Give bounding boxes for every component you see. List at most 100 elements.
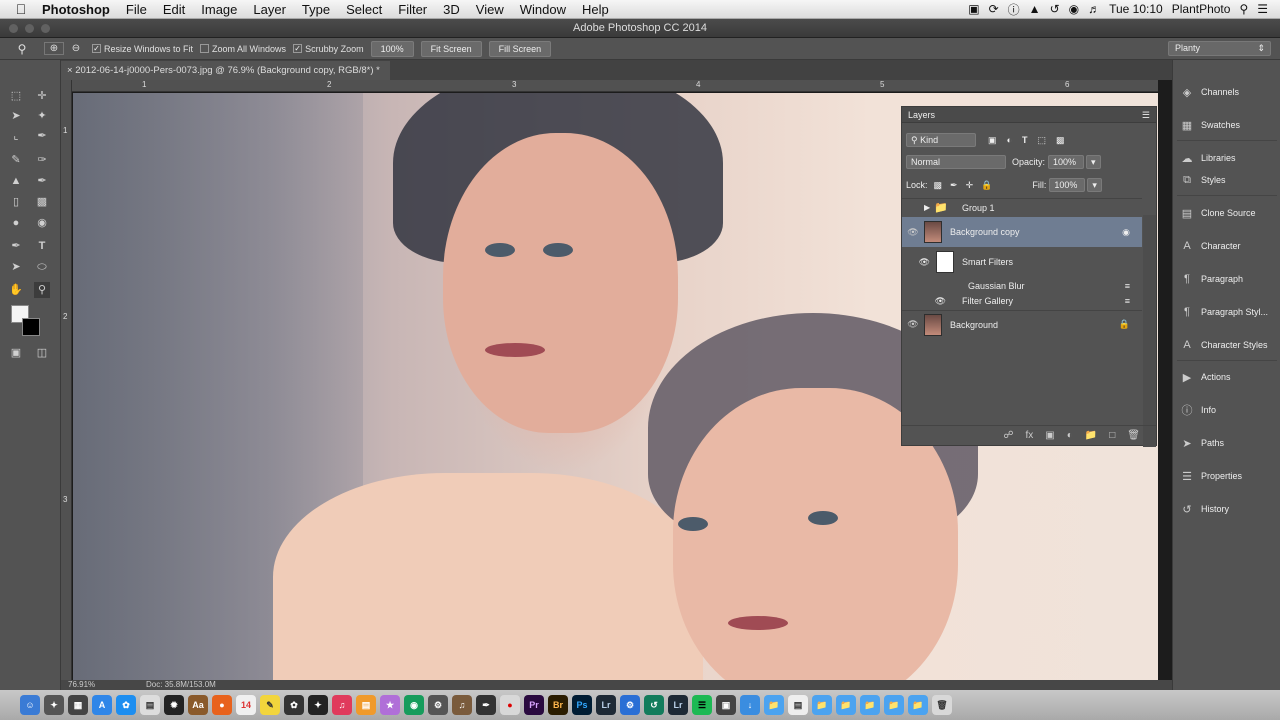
garageband-dock-icon[interactable]: ♫: [452, 695, 472, 715]
dock-clone-source[interactable]: ▤ Clone Source: [1173, 203, 1280, 223]
visibility-eye-icon[interactable]: 👁: [902, 257, 936, 268]
new-layer-icon[interactable]: □: [1109, 430, 1115, 441]
layer-row-background-copy[interactable]: 👁 Background copy ◉: [902, 217, 1142, 247]
zoom-in-icon[interactable]: ⊕: [44, 42, 64, 55]
imovie-dock-icon[interactable]: ★: [380, 695, 400, 715]
dock-character[interactable]: A Character: [1173, 236, 1280, 256]
bluetooth-status-icon[interactable]: ▲: [1029, 2, 1041, 16]
dock-channels[interactable]: ◈ Channels: [1173, 82, 1280, 102]
dictionary-dock-icon[interactable]: Aa: [188, 695, 208, 715]
notes-dock-icon[interactable]: ✎: [260, 695, 280, 715]
volume-status-icon[interactable]: ♬: [1088, 2, 1100, 16]
zoom-window-icon[interactable]: [41, 24, 50, 33]
workspace-select[interactable]: Planty ⇕: [1168, 41, 1271, 56]
app-store-dock-icon[interactable]: A: [92, 695, 112, 715]
spotlight-search-icon[interactable]: ⚲: [1239, 2, 1248, 16]
type-tool-icon[interactable]: T: [34, 238, 50, 254]
menu-filter[interactable]: Filter: [390, 2, 435, 17]
trash-dock-icon[interactable]: 🗑: [932, 695, 952, 715]
facetime-dock-icon[interactable]: ◉: [404, 695, 424, 715]
healing-brush-tool-icon[interactable]: ✎: [8, 152, 24, 168]
migration-dock-icon[interactable]: ⚙: [620, 695, 640, 715]
dock-libraries[interactable]: ☁ Libraries: [1173, 148, 1280, 168]
time-machine-dock-icon[interactable]: ↺: [644, 695, 664, 715]
minimize-window-icon[interactable]: [25, 24, 34, 33]
add-mask-icon[interactable]: ▣: [1045, 430, 1054, 441]
zoom-out-icon[interactable]: ⊖: [66, 43, 86, 54]
folder-dock-icon[interactable]: 📁: [908, 695, 928, 715]
lock-transparency-icon[interactable]: ▩: [934, 180, 943, 191]
menu-user[interactable]: PlantPhoto: [1172, 2, 1231, 16]
apple-menu-icon[interactable]: : [0, 1, 42, 17]
zoom-tool-active-icon[interactable]: ⚲: [34, 282, 50, 298]
zoom-status[interactable]: 76.91%: [68, 680, 95, 689]
resize-windows-checkbox[interactable]: ✓ Resize Windows to Fit: [92, 44, 193, 54]
visibility-eye-icon[interactable]: 👁: [902, 227, 924, 238]
xcode-dock-icon[interactable]: ✒: [476, 695, 496, 715]
filter-shape-icon[interactable]: ⬚: [1037, 135, 1046, 146]
folder-dock-icon[interactable]: 📁: [836, 695, 856, 715]
menu-edit[interactable]: Edit: [155, 2, 193, 17]
dock-styles[interactable]: ⧉ Styles: [1173, 170, 1280, 190]
folder-dock-icon[interactable]: 📁: [860, 695, 880, 715]
zoom-100-button[interactable]: 100%: [370, 40, 414, 57]
new-group-icon[interactable]: 📁: [1085, 430, 1097, 441]
launchpad-dock-icon[interactable]: ✦: [44, 695, 64, 715]
delete-layer-icon[interactable]: 🗑: [1127, 430, 1140, 441]
eraser-tool-icon[interactable]: ▯: [8, 194, 24, 210]
layer-row-background[interactable]: 👁 Background 🔒: [902, 310, 1142, 338]
quick-select-tool-icon[interactable]: ✦: [34, 108, 50, 124]
screen-recorder-dock-icon[interactable]: ▣: [716, 695, 736, 715]
dock-history[interactable]: ↺ History: [1173, 499, 1280, 519]
eyedropper-tool-icon[interactable]: ✒: [34, 128, 50, 144]
document-tab[interactable]: × 2012-06-14-j0000-Pers-0073.jpg @ 76.9%…: [61, 61, 390, 80]
fill-screen-button[interactable]: Fill Screen: [488, 40, 552, 57]
sync-status-icon[interactable]: ⟳: [989, 2, 999, 16]
downloads-folder-dock-icon[interactable]: ↓: [740, 695, 760, 715]
filter-type-icon[interactable]: T: [1022, 135, 1028, 145]
finder-dock-icon[interactable]: ☺: [20, 695, 40, 715]
menu-image[interactable]: Image: [193, 2, 245, 17]
lock-all-icon[interactable]: 🔒: [981, 180, 992, 191]
zoom-tool-icon[interactable]: ⚲: [0, 42, 44, 56]
scrubby-zoom-checkbox[interactable]: ✓ Scrubby Zoom: [293, 44, 364, 54]
spotify-dock-icon[interactable]: ☰: [692, 695, 712, 715]
vertical-ruler[interactable]: 1 2 3: [61, 80, 72, 680]
menu-window[interactable]: Window: [512, 2, 574, 17]
close-tab-icon[interactable]: ×: [67, 65, 73, 76]
lock-pixels-icon[interactable]: ✒: [950, 180, 958, 191]
dock-paths[interactable]: ➤ Paths: [1173, 433, 1280, 453]
bridge-dock-icon[interactable]: Br: [548, 695, 568, 715]
smart-filters-row[interactable]: 👁 Smart Filters: [902, 249, 1142, 275]
smart-filter-mask-thumbnail[interactable]: [936, 251, 954, 273]
menu-type[interactable]: Type: [294, 2, 338, 17]
dodge-tool-icon[interactable]: ◉: [34, 215, 50, 231]
itunes-dock-icon[interactable]: ♫: [332, 695, 352, 715]
menu-view[interactable]: View: [468, 2, 512, 17]
blur-tool-icon[interactable]: ●: [8, 215, 24, 231]
layers-scrollbar[interactable]: [1143, 215, 1156, 447]
calendar-dock-icon[interactable]: 14: [236, 695, 256, 715]
menu-file[interactable]: File: [118, 2, 155, 17]
folder-dock-icon[interactable]: 📁: [884, 695, 904, 715]
gradient-tool-icon[interactable]: ▩: [34, 194, 50, 210]
mission-control-dock-icon[interactable]: ▦: [68, 695, 88, 715]
final-cut-dock-icon[interactable]: ✦: [308, 695, 328, 715]
layers-panel-title[interactable]: Layers: [908, 110, 935, 120]
camera-status-icon[interactable]: ▣: [968, 2, 979, 16]
filter-pixel-icon[interactable]: ▣: [988, 135, 997, 146]
horizontal-ruler[interactable]: 1 2 3 4 5 6: [72, 80, 1158, 92]
dock-paragraph-styles[interactable]: ¶ Paragraph Styl...: [1173, 302, 1280, 322]
zoom-all-windows-checkbox[interactable]: Zoom All Windows: [200, 44, 286, 54]
aperture-dock-icon[interactable]: ✹: [164, 695, 184, 715]
lasso-tool-icon[interactable]: ➤: [8, 108, 24, 124]
filter-smart-object-icon[interactable]: ▩: [1056, 135, 1065, 146]
menu-clock[interactable]: Tue 10:10: [1109, 2, 1163, 16]
filter-row-filter-gallery[interactable]: 👁 Filter Gallery ≡: [902, 294, 1142, 308]
dock-info[interactable]: ⓘ Info: [1173, 400, 1280, 420]
visibility-eye-icon[interactable]: 👁: [902, 319, 924, 330]
dock-swatches[interactable]: ▦ Swatches: [1173, 115, 1280, 135]
hand-tool-icon[interactable]: ✋: [8, 282, 24, 298]
lightroom-classic-dock-icon[interactable]: Lr: [668, 695, 688, 715]
filter-options-icon[interactable]: ≡: [1125, 296, 1130, 306]
